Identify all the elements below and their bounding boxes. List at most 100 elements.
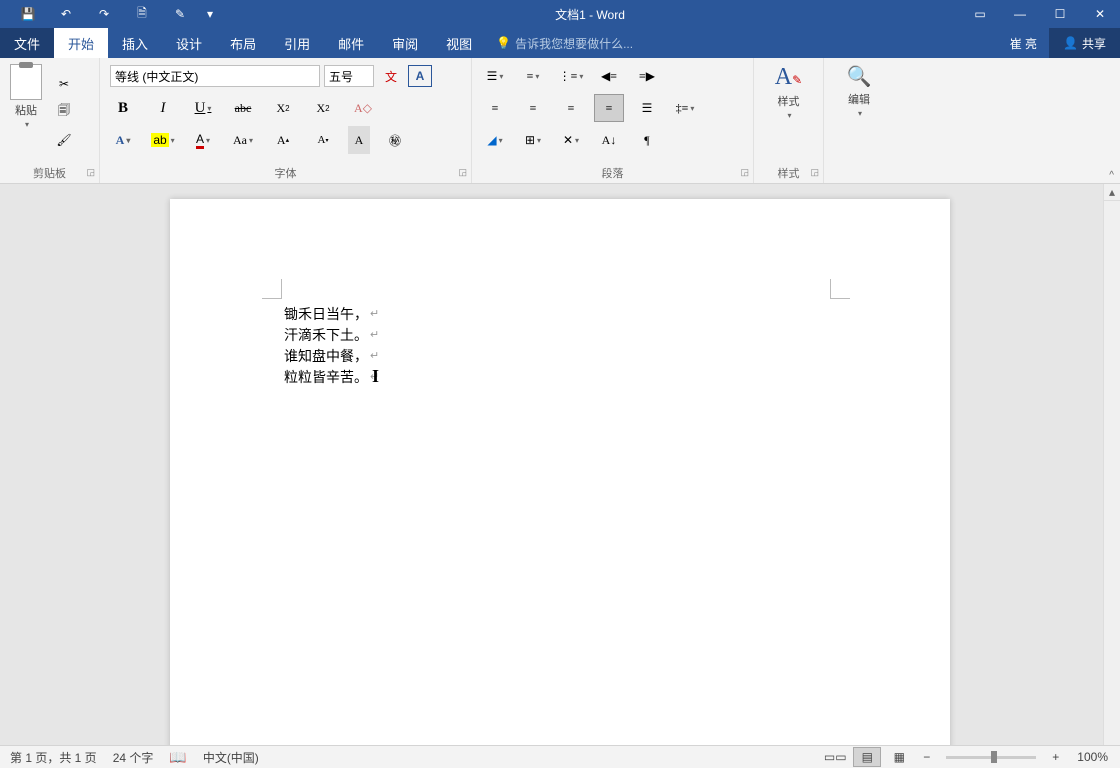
group-styles: A✎ 样式 ▾ 样式 ◲: [754, 58, 824, 183]
redo-button[interactable]: ↷: [86, 0, 122, 28]
line-spacing-button[interactable]: ‡≡▾: [670, 94, 700, 122]
page-count[interactable]: 第 1 页，共 1 页: [10, 749, 97, 766]
page[interactable]: 锄禾日当午，↵ 汗滴禾下土。↵ 谁知盘中餐，↵ 粒粒皆辛苦。↵ I: [170, 199, 950, 745]
maximize-button[interactable]: ☐: [1040, 0, 1080, 28]
clear-format-button[interactable]: A◇: [348, 94, 378, 122]
bold-button[interactable]: B: [108, 94, 138, 122]
group-clipboard: 粘贴 ▾ ✂ 🗐 🖌 剪贴板 ◲: [0, 58, 100, 183]
distributed-button[interactable]: ☰: [632, 94, 662, 122]
text-line[interactable]: 粒粒皆辛苦。↵: [284, 367, 379, 388]
tab-design[interactable]: 设计: [162, 28, 216, 58]
subscript-button[interactable]: X2: [268, 94, 298, 122]
align-right-button[interactable]: ≡: [556, 94, 586, 122]
scroll-up-button[interactable]: ▴: [1104, 184, 1120, 201]
minimize-button[interactable]: —: [1000, 0, 1040, 28]
tab-file[interactable]: 文件: [0, 28, 54, 58]
format-painter-button[interactable]: 🖌: [50, 127, 78, 153]
bullets-button[interactable]: ☰▾: [480, 62, 510, 90]
phonetic-guide-button[interactable]: 文: [376, 62, 406, 90]
find-icon: 🔍: [847, 64, 872, 89]
underline-button[interactable]: U▾: [188, 94, 218, 122]
strikethrough-button[interactable]: abc: [228, 94, 258, 122]
text-line[interactable]: 汗滴禾下土。↵: [284, 325, 379, 346]
window-title: 文档1 - Word: [220, 6, 960, 23]
ribbon-options-button[interactable]: ▭: [960, 0, 1000, 28]
print-layout-button[interactable]: ▤: [853, 747, 881, 767]
proofing-button[interactable]: 📖: [169, 749, 186, 766]
touch-mode-button[interactable]: ✎: [162, 0, 198, 28]
styles-launcher[interactable]: ◲: [810, 167, 819, 178]
language-button[interactable]: 中文(中国): [203, 749, 259, 766]
align-left-button[interactable]: ≡: [480, 94, 510, 122]
justify-button[interactable]: ≡: [594, 94, 624, 122]
tab-view[interactable]: 视图: [432, 28, 486, 58]
close-button[interactable]: ✕: [1080, 0, 1120, 28]
font-launcher[interactable]: ◲: [458, 167, 467, 178]
cut-button[interactable]: ✂: [50, 71, 78, 97]
undo-button[interactable]: ↶: [48, 0, 84, 28]
new-icon: 🗎: [137, 4, 147, 25]
editing-button[interactable]: 🔍 编辑 ▾: [841, 62, 878, 120]
share-icon: 👤: [1063, 36, 1078, 50]
zoom-in-button[interactable]: +: [1046, 750, 1065, 764]
italic-button[interactable]: I: [148, 94, 178, 122]
page-container[interactable]: 锄禾日当午，↵ 汗滴禾下土。↵ 谁知盘中餐，↵ 粒粒皆辛苦。↵ I: [0, 184, 1120, 745]
numbering-button[interactable]: ≡▾: [518, 62, 548, 90]
save-button[interactable]: 💾: [10, 0, 46, 28]
tell-me-search[interactable]: 💡 告诉我您想要做什么...: [486, 35, 643, 52]
tab-review[interactable]: 审阅: [378, 28, 432, 58]
shading-button[interactable]: ◢▾: [480, 126, 510, 154]
tabbar-right: 崔 亮 👤 共享: [998, 28, 1120, 58]
clipboard-launcher[interactable]: ◲: [86, 167, 95, 178]
grow-font-button[interactable]: A▴: [268, 126, 298, 154]
read-mode-button[interactable]: ▭▭: [821, 747, 849, 767]
share-button[interactable]: 👤 共享: [1049, 28, 1120, 58]
zoom-level[interactable]: 100%: [1077, 750, 1108, 764]
multilevel-button[interactable]: ⋮≡▾: [556, 62, 586, 90]
copy-icon: 🗐: [58, 101, 70, 122]
sort-button[interactable]: A↓: [594, 126, 624, 154]
qat-more-button[interactable]: ▾: [200, 0, 220, 28]
font-size-select[interactable]: [324, 65, 374, 87]
tab-layout[interactable]: 布局: [216, 28, 270, 58]
copy-button[interactable]: 🗐: [50, 99, 78, 125]
superscript-button[interactable]: X2: [308, 94, 338, 122]
char-scale-button[interactable]: ✕▾: [556, 126, 586, 154]
text-effects-button[interactable]: A▾: [108, 126, 138, 154]
tab-insert[interactable]: 插入: [108, 28, 162, 58]
zoom-out-button[interactable]: −: [917, 750, 936, 764]
zoom-slider[interactable]: [946, 756, 1036, 759]
tab-references[interactable]: 引用: [270, 28, 324, 58]
char-border-button[interactable]: A: [408, 65, 432, 87]
word-count[interactable]: 24 个字: [113, 749, 154, 766]
show-marks-button[interactable]: ¶: [632, 126, 662, 154]
change-case-button[interactable]: Aa▾: [228, 126, 258, 154]
tab-home[interactable]: 开始: [54, 28, 108, 58]
text-line[interactable]: 谁知盘中餐，↵: [284, 346, 379, 367]
decrease-indent-button[interactable]: ◀≡: [594, 62, 624, 90]
web-layout-button[interactable]: ▦: [885, 747, 913, 767]
vertical-scrollbar[interactable]: ▴: [1103, 184, 1120, 745]
zoom-thumb[interactable]: [991, 751, 997, 763]
shrink-font-button[interactable]: A▾: [308, 126, 338, 154]
paragraph-launcher[interactable]: ◲: [740, 167, 749, 178]
paste-button[interactable]: 粘贴 ▾: [4, 62, 48, 131]
collapse-ribbon-button[interactable]: ^: [1109, 170, 1114, 181]
status-left: 第 1 页，共 1 页 24 个字 📖 中文(中国): [0, 749, 259, 766]
new-doc-button[interactable]: 🗎: [124, 0, 160, 28]
increase-indent-button[interactable]: ≡▶: [632, 62, 662, 90]
enclose-char-button[interactable]: ㊙: [380, 126, 410, 154]
tab-mailings[interactable]: 邮件: [324, 28, 378, 58]
borders-button[interactable]: ⊞▾: [518, 126, 548, 154]
styles-button[interactable]: A✎ 样式 ▾: [769, 62, 808, 122]
align-center-button[interactable]: ≡: [518, 94, 548, 122]
highlight-button[interactable]: ab▾: [148, 126, 178, 154]
font-name-select[interactable]: [110, 65, 320, 87]
font-color-button[interactable]: A▾: [188, 126, 218, 154]
document-body[interactable]: 锄禾日当午，↵ 汗滴禾下土。↵ 谁知盘中餐，↵ 粒粒皆辛苦。↵ I: [284, 304, 379, 388]
user-name[interactable]: 崔 亮: [998, 35, 1049, 52]
ribbon: 粘贴 ▾ ✂ 🗐 🖌 剪贴板 ◲ 文 A B I: [0, 58, 1120, 184]
status-bar: 第 1 页，共 1 页 24 个字 📖 中文(中国) ▭▭ ▤ ▦ − + 10…: [0, 745, 1120, 768]
char-shading-button[interactable]: A: [348, 126, 370, 154]
text-line[interactable]: 锄禾日当午，↵: [284, 304, 379, 325]
